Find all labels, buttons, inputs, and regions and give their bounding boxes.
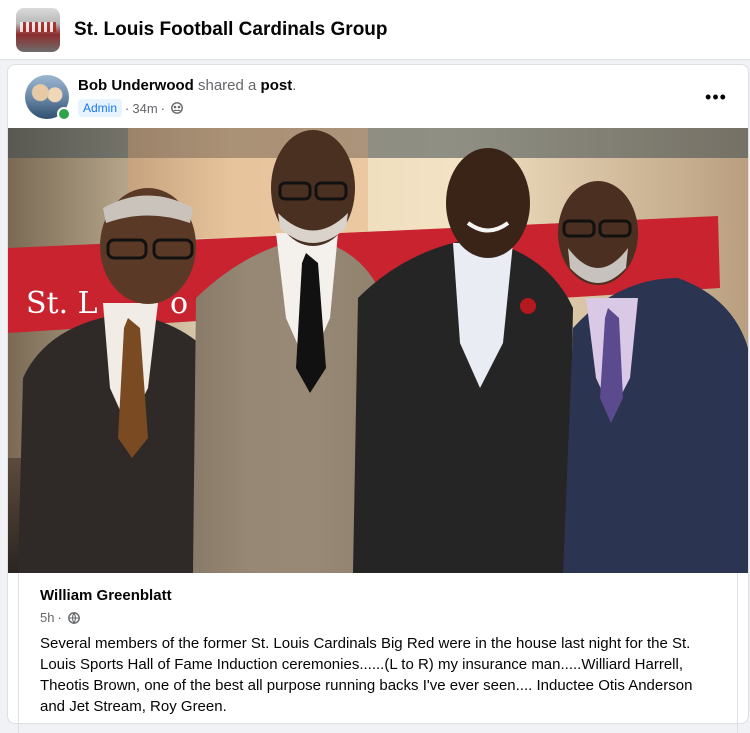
post-timestamp[interactable]: 34m [132, 101, 157, 116]
meta-separator: · [57, 610, 62, 625]
post-header: Bob Underwood shared a post. Admin · 34m… [8, 65, 748, 129]
attribution-period: . [292, 77, 297, 94]
original-author-name[interactable]: William Greenblatt [40, 587, 172, 604]
online-status-dot [57, 107, 71, 121]
group-title[interactable]: St. Louis Football Cardinals Group [74, 19, 388, 41]
post-photo[interactable]: St. L o [8, 128, 748, 573]
shared-post-link[interactable]: post [261, 77, 293, 94]
more-options-button[interactable]: ••• [698, 79, 734, 115]
banner-text: St. L [26, 286, 98, 321]
original-post-meta: 5h · [40, 610, 80, 625]
post-meta: Admin · 34m · [78, 99, 183, 117]
admin-badge[interactable]: Admin [78, 99, 123, 117]
photo-illustration: St. L o [8, 128, 748, 573]
post-attribution: Bob Underwood shared a post. [78, 77, 296, 94]
meta-separator: · [125, 100, 130, 116]
post-card: Bob Underwood shared a post. Admin · 34m… [7, 64, 749, 733]
group-cover-thumbnail[interactable] [16, 7, 60, 52]
original-post-timestamp[interactable]: 5h [40, 610, 54, 625]
globe-icon [67, 611, 80, 624]
shared-post-content: William Greenblatt 5h · Several members … [18, 573, 738, 733]
author-name[interactable]: Bob Underwood [78, 77, 194, 94]
action-text: shared a [198, 77, 257, 94]
group-header: St. Louis Football Cardinals Group [0, 0, 750, 60]
group-members-icon [171, 102, 183, 114]
meta-separator: · [160, 100, 165, 116]
post-body-text: Several members of the former St. Louis … [40, 635, 693, 715]
